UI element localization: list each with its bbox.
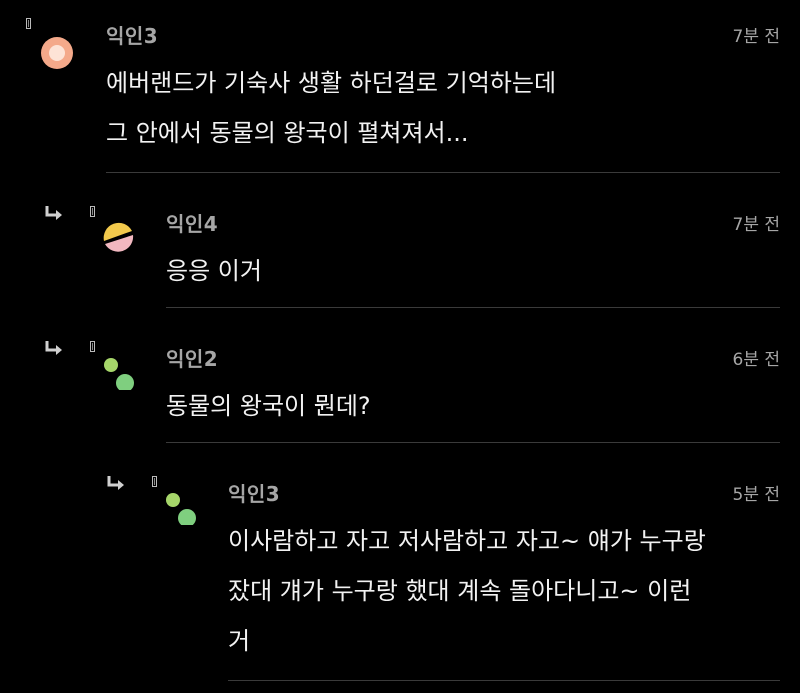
avatar [166,493,196,525]
comment-text: 동물의 왕국이 뭔데? [166,392,371,420]
comment-nickname: 익인3 [106,24,159,48]
reply-arrow-icon [45,341,62,355]
divider [106,172,780,173]
divider [228,680,780,681]
flag-icon [90,341,95,352]
comment-text: 이사람하고 자고 저사람하고 자고~ 얘가 누구랑 잤대 걔가 누구랑 했대 계… [228,527,706,655]
comment-nickname: 익인4 [166,212,219,236]
avatar [103,222,134,252]
comment-time: 7분 전 [732,27,781,47]
comment-text: 에버랜드가 기숙사 생활 하던걸로 기억하는데 그 안에서 동물의 왕국이 펼쳐… [106,69,557,147]
divider [166,307,780,308]
reply-arrow-icon [107,476,124,490]
comment-time: 7분 전 [732,215,781,235]
comment-text: 응응 이거 [166,257,262,285]
comment-time: 5분 전 [732,485,781,505]
flag-icon [26,18,31,29]
flag-icon [90,206,95,217]
divider [166,442,780,443]
comment-nickname: 익인2 [166,347,219,371]
avatar [104,358,134,390]
comment-time: 6분 전 [732,350,781,370]
flag-icon [152,476,157,487]
comment-nickname: 익인3 [228,482,281,506]
reply-arrow-icon [45,206,62,220]
avatar [41,37,73,69]
